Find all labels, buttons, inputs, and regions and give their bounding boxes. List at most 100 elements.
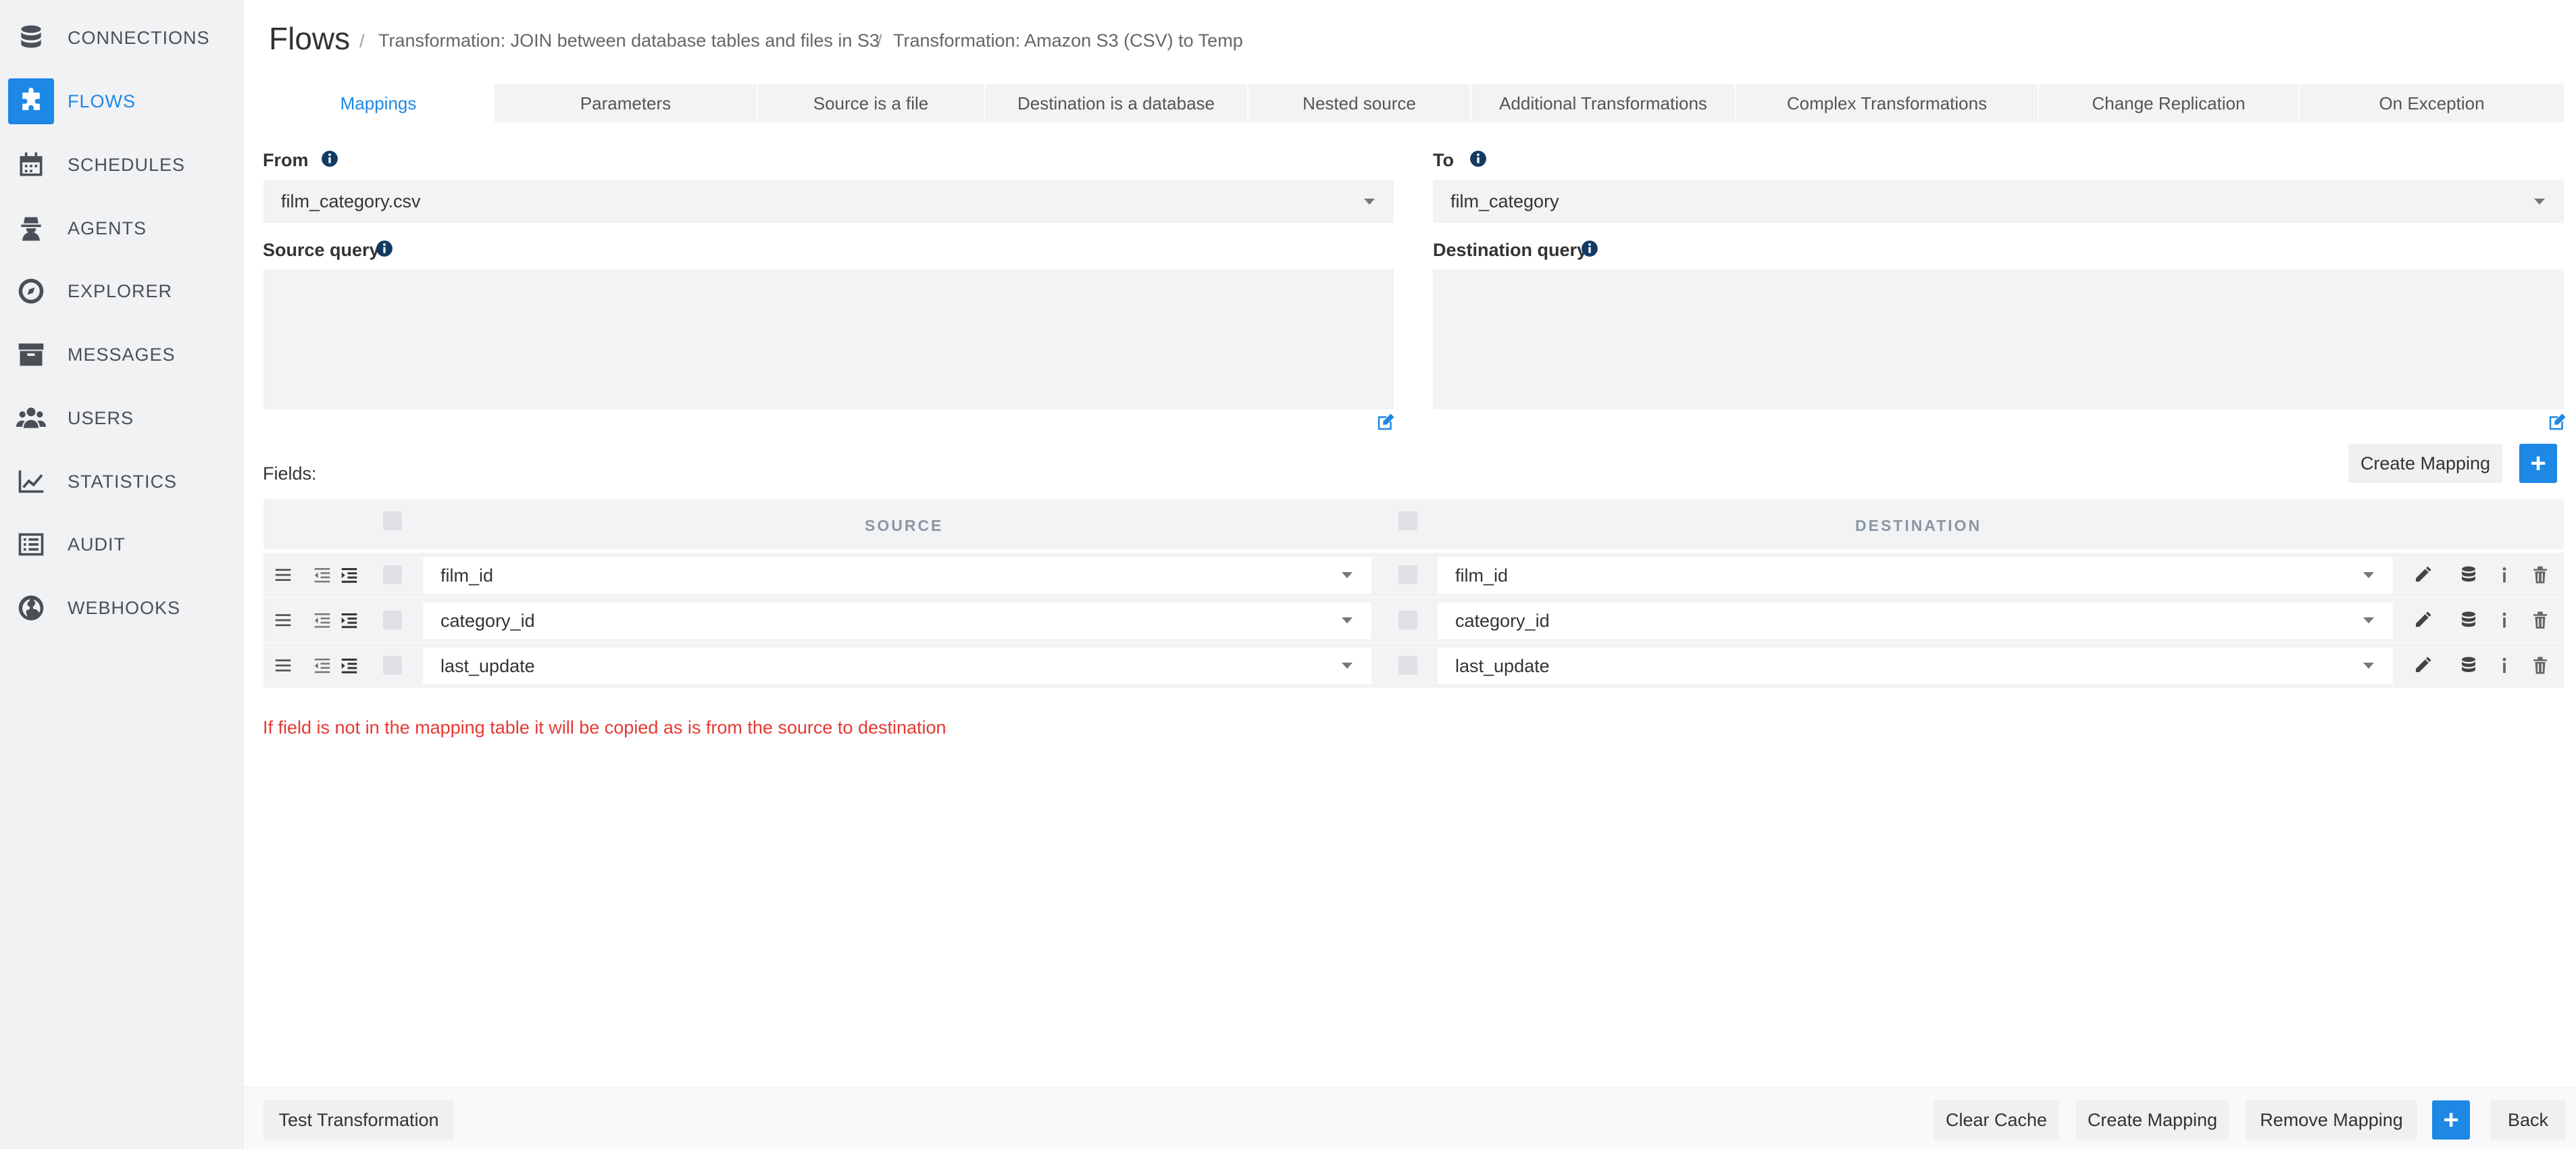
create-mapping-button[interactable]: Create Mapping (2348, 444, 2502, 483)
destination-query-editor[interactable] (1433, 269, 2564, 409)
puzzle-icon (8, 78, 54, 124)
tab-parameters[interactable]: Parameters (493, 84, 757, 122)
caret-down-icon (1364, 199, 1375, 205)
source-field-select[interactable]: film_id (423, 557, 1371, 594)
drag-handle-icon[interactable] (273, 565, 293, 585)
sidebar-item-connections[interactable]: CONNECTIONS (0, 11, 243, 65)
tab-additional-transformations[interactable]: Additional Transformations (1470, 84, 1735, 122)
destination-query-label: Destination query (1433, 240, 1588, 260)
breadcrumb-current: Transformation: Amazon S3 (CSV) to Temp (893, 30, 1243, 51)
info-icon[interactable] (1581, 240, 1598, 257)
sidebar-item-messages[interactable]: MESSAGES (0, 328, 243, 382)
caret-down-icon (2363, 663, 2374, 669)
select-all-source-checkbox[interactable] (383, 511, 402, 530)
remove-mapping-button[interactable]: Remove Mapping (2246, 1100, 2417, 1140)
fields-table-header: SOURCE DESTINATION (263, 499, 2564, 549)
trash-icon[interactable] (2530, 610, 2550, 630)
table-row: film_id film_id (263, 553, 2564, 597)
database-icon (8, 15, 54, 61)
row-destination-checkbox[interactable] (1398, 656, 1417, 675)
sidebar-item-flows[interactable]: FLOWS (0, 74, 243, 128)
indent-icon[interactable] (339, 655, 359, 675)
agent-icon (8, 205, 54, 251)
row-destination-checkbox[interactable] (1398, 611, 1417, 630)
create-mapping-footer-button[interactable]: Create Mapping (2076, 1100, 2229, 1140)
tab-on-exception[interactable]: On Exception (2298, 84, 2564, 122)
add-icon[interactable]: + (2519, 444, 2557, 483)
outdent-icon[interactable] (312, 565, 332, 585)
tab-destination-is-a-database[interactable]: Destination is a database (984, 84, 1247, 122)
destination-column-header: DESTINATION (1855, 517, 1982, 534)
sidebar-item-label: SCHEDULES (68, 154, 186, 175)
destination-field-value: category_id (1455, 610, 1550, 631)
calendar-icon (8, 142, 54, 188)
info-icon[interactable] (2494, 610, 2515, 630)
info-icon[interactable] (2494, 565, 2515, 585)
from-select[interactable]: film_category.csv (263, 180, 1394, 223)
destination-field-select[interactable]: category_id (1438, 603, 2393, 639)
database-icon[interactable] (2458, 610, 2479, 630)
sidebar-item-explorer[interactable]: EXPLORER (0, 264, 243, 318)
database-icon[interactable] (2458, 565, 2479, 585)
pencil-icon[interactable] (2413, 655, 2433, 675)
caret-down-icon (1342, 663, 1353, 669)
edit-icon[interactable] (1375, 412, 1396, 432)
row-source-checkbox[interactable] (383, 656, 402, 675)
breadcrumb-separator: / (877, 31, 882, 51)
info-icon[interactable] (1469, 150, 1487, 168)
info-icon[interactable] (376, 240, 393, 257)
add-icon[interactable]: + (2432, 1100, 2470, 1140)
tab-mappings[interactable]: Mappings (263, 84, 493, 122)
row-source-checkbox[interactable] (383, 611, 402, 630)
select-all-destination-checkbox[interactable] (1398, 511, 1417, 530)
pencil-icon[interactable] (2413, 610, 2433, 630)
caret-down-icon (1342, 572, 1353, 578)
source-query-editor[interactable] (263, 269, 1394, 409)
to-select[interactable]: film_category (1433, 180, 2564, 223)
trash-icon[interactable] (2530, 655, 2550, 675)
sidebar-item-users[interactable]: USERS (0, 391, 243, 445)
tab-change-replication[interactable]: Change Replication (2038, 84, 2298, 122)
indent-icon[interactable] (339, 610, 359, 630)
trash-icon[interactable] (2530, 565, 2550, 585)
tab-complex-transformations[interactable]: Complex Transformations (1735, 84, 2038, 122)
pencil-icon[interactable] (2413, 565, 2433, 585)
edit-icon[interactable] (2547, 412, 2567, 432)
indent-icon[interactable] (339, 565, 359, 585)
breadcrumb-separator: / (359, 31, 365, 51)
sidebar-item-webhooks[interactable]: WEBHOOKS (0, 581, 243, 635)
breadcrumb-link[interactable]: Transformation: JOIN between database ta… (378, 30, 880, 51)
info-icon[interactable] (2494, 655, 2515, 675)
sidebar-item-schedules[interactable]: SCHEDULES (0, 138, 243, 192)
sidebar-item-label: STATISTICS (68, 471, 178, 492)
tab-source-is-a-file[interactable]: Source is a file (757, 84, 984, 122)
drag-handle-icon[interactable] (273, 655, 293, 675)
tab-nested-source[interactable]: Nested source (1247, 84, 1470, 122)
source-field-select[interactable]: category_id (423, 603, 1371, 639)
back-button[interactable]: Back (2490, 1100, 2566, 1140)
mapping-note: If field is not in the mapping table it … (263, 717, 946, 738)
sidebar-item-label: AUDIT (68, 534, 126, 555)
sidebar-item-statistics[interactable]: STATISTICS (0, 455, 243, 509)
sidebar-item-agents[interactable]: AGENTS (0, 201, 243, 255)
drag-handle-icon[interactable] (273, 610, 293, 630)
sidebar-item-label: WEBHOOKS (68, 597, 181, 618)
caret-down-icon (2534, 199, 2545, 205)
row-destination-checkbox[interactable] (1398, 565, 1417, 584)
row-source-checkbox[interactable] (383, 565, 402, 584)
table-row: category_id category_id (263, 598, 2564, 642)
sidebar-item-label: AGENTS (68, 218, 147, 238)
sidebar-item-label: USERS (68, 407, 134, 428)
tab-bar: Mappings Parameters Source is a file Des… (263, 84, 2564, 122)
source-field-select[interactable]: last_update (423, 648, 1371, 684)
test-transformation-button[interactable]: Test Transformation (263, 1100, 454, 1140)
database-icon[interactable] (2458, 655, 2479, 675)
clear-cache-button[interactable]: Clear Cache (1934, 1100, 2059, 1140)
outdent-icon[interactable] (312, 655, 332, 675)
sidebar-item-audit[interactable]: AUDIT (0, 517, 243, 571)
destination-field-select[interactable]: last_update (1438, 648, 2393, 684)
to-select-value: film_category (1450, 190, 1559, 211)
info-icon[interactable] (321, 150, 338, 168)
outdent-icon[interactable] (312, 610, 332, 630)
destination-field-select[interactable]: film_id (1438, 557, 2393, 594)
